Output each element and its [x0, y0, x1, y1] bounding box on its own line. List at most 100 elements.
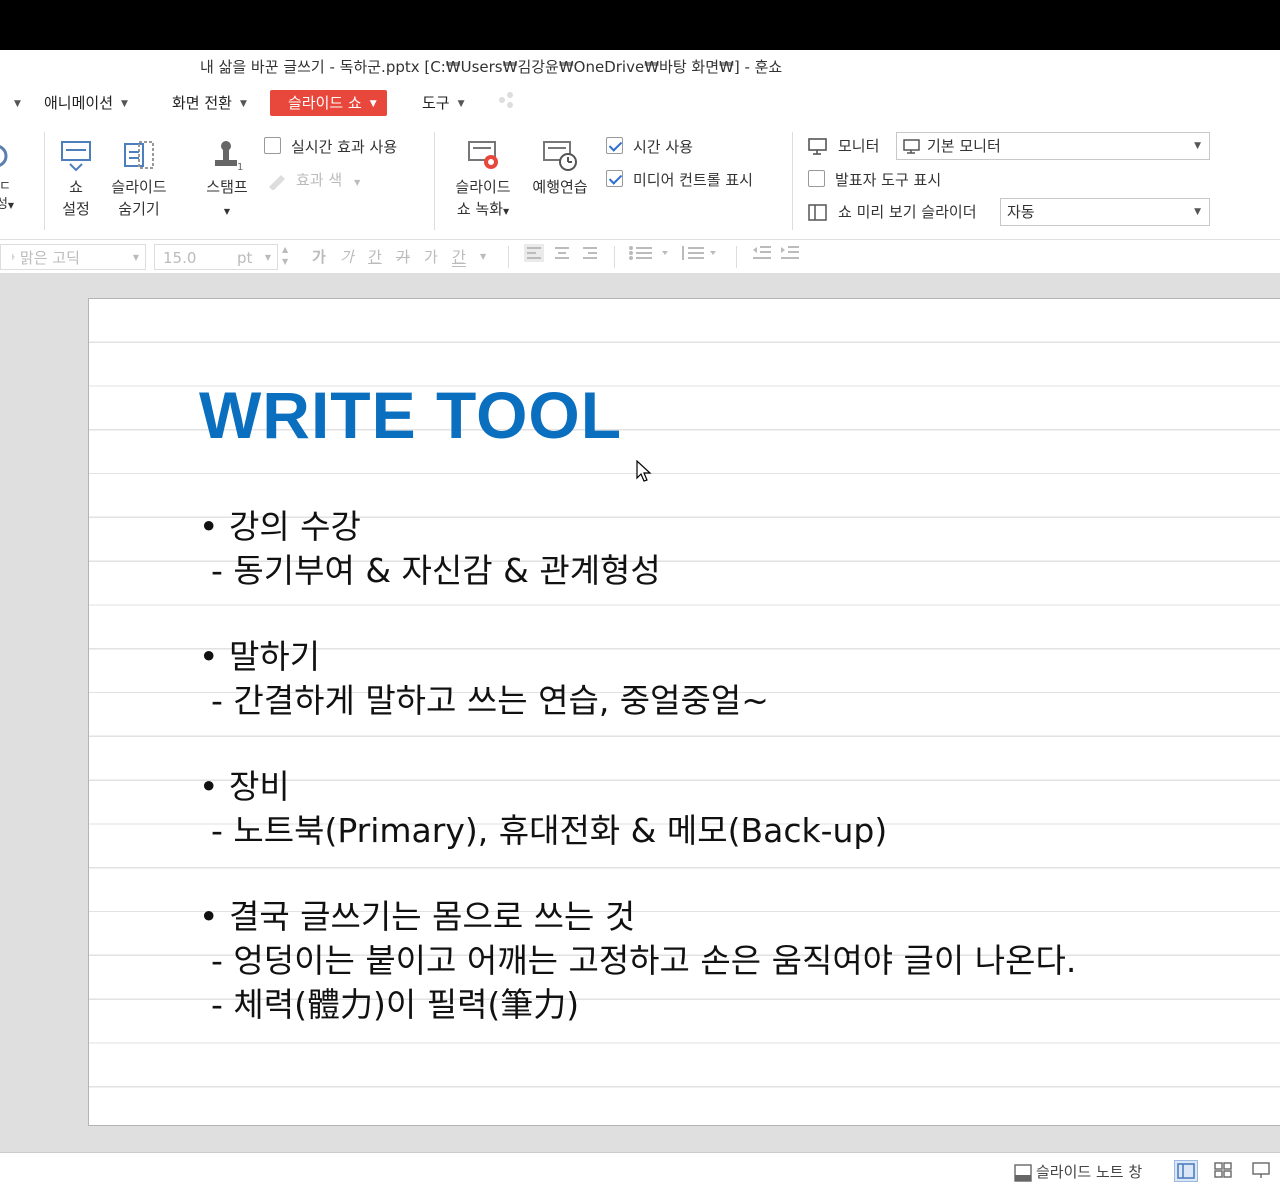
- preview-slider-label: 쇼 미리 보기 슬라이더: [838, 203, 977, 221]
- slideshow-view-icon[interactable]: [1250, 1160, 1274, 1182]
- realtime-effect-label: 실시간 효과 사용: [291, 138, 398, 156]
- align-right-icon[interactable]: [580, 244, 600, 270]
- strikethrough-button[interactable]: 가: [396, 244, 410, 270]
- bullet-list-icon[interactable]: [628, 244, 672, 270]
- bullet-item: 장비: [199, 765, 1076, 809]
- font-size-select[interactable]: 15.0 pt ▼: [154, 244, 278, 270]
- notes-icon: [1014, 1163, 1032, 1182]
- shadow-button[interactable]: 가: [424, 244, 438, 270]
- sub-item: - 간결하게 말하고 쓰는 연습, 중얼중얼~: [211, 681, 769, 720]
- presenter-tools-label: 발표자 도구 표시: [835, 171, 942, 189]
- cut-label-1: ㄷ: [0, 179, 11, 194]
- slide-sorter-icon[interactable]: [1212, 1160, 1236, 1182]
- notes-pane-toggle[interactable]: 슬라이드 노트 창: [1014, 1161, 1142, 1182]
- bullet-item: 말하기: [199, 635, 1076, 679]
- normal-view-icon[interactable]: [1174, 1160, 1198, 1182]
- effect-color-dropdown[interactable]: 효과 색 ▼: [266, 169, 360, 191]
- show-settings-label-2: 설정: [62, 200, 90, 218]
- top-black-bar: [0, 0, 1280, 50]
- menu-tools[interactable]: 도구 ▼: [422, 90, 465, 116]
- monitor-small-icon: [903, 138, 920, 154]
- numbered-list-icon[interactable]: [680, 244, 724, 270]
- sub-item: - 동기부여 & 자신감 & 관계형성: [211, 551, 661, 590]
- rehearse-icon: [543, 141, 577, 171]
- menu-slideshow-label: 슬라이드 쇼: [288, 94, 362, 112]
- media-controls-label: 미디어 컨트롤 표시: [633, 171, 753, 189]
- effect-color-label: 효과 색: [296, 171, 343, 189]
- slide-title[interactable]: WRITE TOOL: [199, 377, 622, 453]
- realtime-effect-checkbox[interactable]: 실시간 효과 사용: [264, 136, 397, 158]
- align-center-icon[interactable]: [552, 244, 572, 270]
- realtime-effect-box[interactable]: [264, 137, 281, 154]
- media-controls-box[interactable]: [606, 170, 623, 187]
- underline-button[interactable]: 간: [368, 244, 382, 270]
- stamp-label: 스탬프: [206, 178, 248, 196]
- italic-button[interactable]: 가: [340, 244, 354, 270]
- font-size-stepper[interactable]: ▲ ▼: [282, 244, 296, 270]
- format-toolbar: ᅡ 맑은 고딕 ▼ 15.0 pt ▼ ▲ ▼ 가 가 간 가 가 간 ▼: [0, 240, 1280, 274]
- slide-config-button[interactable]: ㄷ 성▼: [0, 140, 16, 215]
- presenter-tools-box[interactable]: [808, 170, 825, 187]
- sub-item: - 엉덩이는 붙이고 어깨는 고정하고 손은 움직여야 글이 나온다.: [211, 941, 1077, 980]
- monitor-select[interactable]: 기본 모니터 ▼: [896, 132, 1210, 160]
- stamp-button[interactable]: 1 스탬프 ▼: [202, 138, 252, 223]
- record-slideshow-button[interactable]: 슬라이드 쇼 녹화▼: [448, 138, 518, 223]
- menu-slideshow[interactable]: 슬라이드 쇼 ▼: [270, 90, 387, 116]
- preview-slider-value: 자동: [1007, 203, 1035, 221]
- app-window: 내 삶을 바꾼 글쓰기 - 독하군.pptx [C:₩Users₩김강윤₩One…: [0, 0, 1280, 1187]
- divider: [736, 246, 737, 268]
- use-timing-box[interactable]: [606, 137, 623, 154]
- menu-animation[interactable]: 애니메이션 ▼: [44, 90, 128, 116]
- font-select[interactable]: ᅡ 맑은 고딕 ▼: [0, 244, 146, 270]
- slide-canvas[interactable]: WRITE TOOL 강의 수강 - 동기부여 & 자신감 & 관계형성 말하기…: [88, 298, 1280, 1126]
- text-effect-button[interactable]: 간: [452, 244, 466, 270]
- bold-button[interactable]: 가: [312, 244, 326, 270]
- bullet-item: 강의 수강: [199, 505, 1076, 549]
- hide-slide-button[interactable]: 슬라이드 숨기기: [106, 138, 172, 220]
- window-title: 내 삶을 바꾼 글쓰기 - 독하군.pptx [C:₩Users₩김강윤₩One…: [200, 58, 783, 76]
- notes-pane-label: 슬라이드 노트 창: [1036, 1163, 1143, 1181]
- divider: [508, 246, 509, 268]
- share-icon[interactable]: [496, 90, 516, 116]
- menu-bar: ▼ 애니메이션 ▼ 화면 전환 ▼ 슬라이드 쇼 ▼ 도구 ▼: [0, 82, 1280, 122]
- bullet-item: 결국 글쓰기는 몸으로 쓰는 것: [199, 895, 1076, 939]
- record-label-2: 쇼 녹화: [456, 200, 503, 218]
- divider: [792, 132, 793, 230]
- rehearse-button[interactable]: 예행연습: [526, 138, 594, 198]
- use-timing-label: 시간 사용: [633, 138, 693, 156]
- text-effect-caret[interactable]: ▼: [480, 244, 486, 270]
- menu-animation-label: 애니메이션: [44, 94, 114, 112]
- divider: [434, 132, 435, 230]
- menu-overflow-caret[interactable]: ▼: [6, 90, 21, 116]
- slide-body[interactable]: 강의 수강 - 동기부여 & 자신감 & 관계형성 말하기 - 간결하게 말하고…: [199, 505, 1076, 1027]
- sub-item: - 체력(體力)이 필력(筆力): [211, 985, 580, 1024]
- status-bar: 슬라이드 노트 창: [0, 1152, 1280, 1187]
- increase-indent-icon[interactable]: [780, 244, 800, 270]
- menu-transition-label: 화면 전환: [172, 94, 232, 112]
- font-value: 맑은 고딕: [19, 249, 80, 267]
- monitor-value: 기본 모니터: [927, 137, 1001, 155]
- cut-label-2: 성: [0, 197, 8, 212]
- monitor-icon: [808, 137, 827, 155]
- show-settings-button[interactable]: 쇼 설정: [56, 138, 96, 220]
- align-left-icon[interactable]: [524, 244, 544, 270]
- hide-slide-icon: [124, 141, 154, 169]
- sub-item: - 노트북(Primary), 휴대전화 & 메모(Back-up): [211, 811, 888, 850]
- presenter-tools-checkbox[interactable]: 발표자 도구 표시: [808, 169, 941, 191]
- preview-slider-label-group: 쇼 미리 보기 슬라이더: [808, 201, 977, 223]
- media-controls-checkbox[interactable]: 미디어 컨트롤 표시: [606, 169, 753, 191]
- divider: [614, 246, 615, 268]
- ribbon: ㄷ 성▼ 쇼 설정 슬라이드 숨기기 1 스탬프 ▼ 실시간 효과 사용 효과 색 ▼ 슬…: [0, 122, 1280, 240]
- rehearse-label: 예행연습: [532, 178, 588, 196]
- use-timing-checkbox[interactable]: 시간 사용: [606, 136, 693, 158]
- hide-slide-label-2: 숨기기: [118, 200, 160, 218]
- preview-slider-select[interactable]: 자동 ▼: [1000, 198, 1210, 226]
- font-size-value: 15.0: [163, 249, 197, 267]
- divider: [44, 132, 45, 230]
- stamp-icon: 1: [215, 141, 243, 172]
- monitor-label-group: 모니터: [808, 135, 879, 157]
- decrease-indent-icon[interactable]: [752, 244, 772, 270]
- menu-tools-label: 도구: [422, 94, 450, 112]
- menu-transition[interactable]: 화면 전환 ▼: [172, 90, 247, 116]
- slide-workspace: WRITE TOOL 강의 수강 - 동기부여 & 자신감 & 관계형성 말하기…: [0, 274, 1280, 1152]
